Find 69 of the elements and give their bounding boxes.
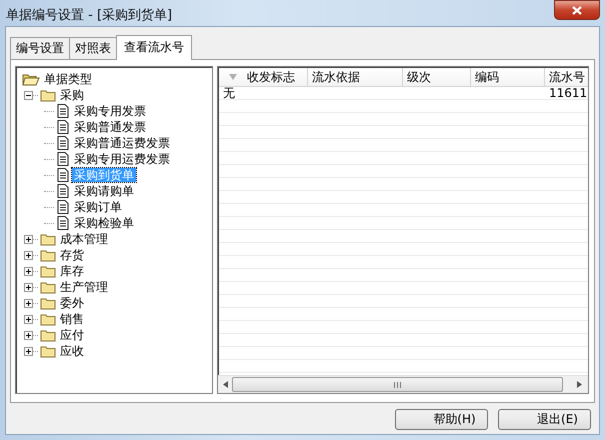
tree-item[interactable]: 采购 [58, 88, 86, 102]
column-label: 收发标志 [247, 68, 295, 86]
tree-item[interactable]: 采购请购单 [72, 184, 136, 198]
expand-icon[interactable] [24, 234, 33, 244]
close-button[interactable] [554, 0, 600, 20]
open-folder-icon [22, 72, 40, 86]
close-icon [572, 6, 582, 14]
tree-item[interactable]: 成本管理 [58, 232, 110, 246]
folder-icon [40, 264, 56, 278]
tree-item[interactable]: 采购普通发票 [72, 120, 148, 134]
document-icon [57, 152, 69, 166]
table-cell-text: 11611 [548, 87, 588, 100]
expand-icon[interactable] [24, 314, 33, 324]
tree-item[interactable]: 采购专用发票 [72, 104, 148, 118]
folder-icon [40, 232, 56, 246]
column-label: 编码 [475, 68, 499, 86]
document-icon [57, 200, 69, 214]
tree-item[interactable]: 采购普通运费发票 [72, 136, 172, 150]
horizontal-scrollbar[interactable] [218, 375, 588, 393]
folder-icon [40, 248, 56, 262]
expand-icon[interactable] [24, 250, 33, 260]
folder-icon [40, 88, 56, 102]
expand-icon[interactable] [24, 298, 33, 308]
tree-item[interactable]: 采购订单 [72, 200, 124, 214]
scroll-left-icon[interactable] [223, 381, 228, 388]
column-header[interactable]: 编码 [471, 68, 545, 86]
column-label: 流水依据 [312, 68, 360, 86]
tree-item[interactable]: 采购专用运费发票 [72, 152, 172, 166]
document-icon [57, 168, 69, 182]
expand-icon[interactable] [24, 266, 33, 276]
tree-item[interactable]: 应收 [58, 344, 86, 358]
collapse-icon[interactable] [24, 90, 33, 100]
column-header[interactable]: 级次 [403, 68, 471, 86]
exit-button[interactable]: 退出(E) [498, 409, 591, 430]
column-header[interactable]: 流水号 [545, 68, 588, 86]
folder-icon [40, 280, 56, 294]
document-icon [57, 216, 69, 230]
tree-item[interactable]: 销售 [58, 312, 86, 326]
tree-item[interactable]: 单据类型 [42, 72, 94, 86]
window-title: 单据编号设置 - [采购到货单] [6, 7, 172, 24]
tree-item[interactable]: 库存 [58, 264, 86, 278]
column-label: 级次 [407, 68, 431, 86]
folder-icon [40, 312, 56, 326]
scroll-right-icon[interactable] [577, 381, 582, 388]
grip-icon [394, 382, 401, 388]
help-button[interactable]: 帮助(H) [395, 409, 488, 430]
tree-item[interactable]: 生产管理 [58, 280, 110, 294]
expand-icon[interactable] [24, 330, 33, 340]
folder-icon [40, 344, 56, 358]
document-icon [57, 136, 69, 150]
document-icon [57, 184, 69, 198]
column-label: 流水号 [549, 68, 585, 86]
folder-icon [40, 296, 56, 310]
tree-item[interactable]: 委外 [58, 296, 86, 310]
tab[interactable]: 查看流水号 [116, 35, 192, 60]
sort-icon [229, 74, 237, 80]
tree-item[interactable]: 存货 [58, 248, 86, 262]
scroll-thumb[interactable] [232, 377, 563, 392]
expand-icon[interactable] [24, 346, 33, 356]
document-icon [57, 120, 69, 134]
document-icon [57, 104, 69, 118]
column-header[interactable]: 收发标志 [219, 68, 308, 86]
tree-item[interactable]: 采购检验单 [72, 216, 136, 230]
tab[interactable]: 编号设置 [10, 37, 70, 59]
tree-item[interactable]: 应付 [58, 328, 86, 342]
column-header[interactable]: 流水依据 [308, 68, 403, 86]
table-cell-text: 无 [222, 87, 236, 100]
folder-icon [40, 328, 56, 342]
expand-icon[interactable] [24, 282, 33, 292]
